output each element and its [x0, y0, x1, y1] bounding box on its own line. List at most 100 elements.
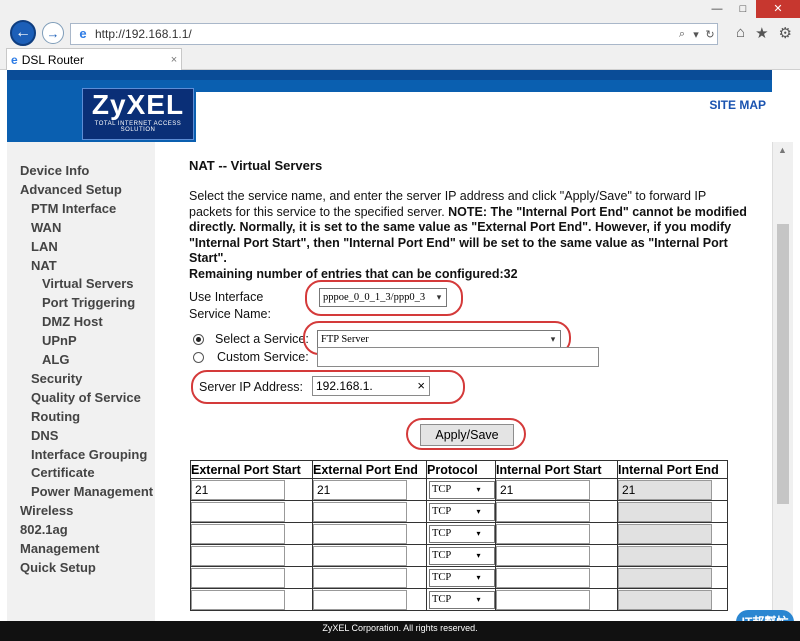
- maximize-button[interactable]: □: [730, 0, 756, 18]
- table-cell: [190, 544, 313, 567]
- logo-tagline: TOTAL INTERNET ACCESS SOLUTION: [94, 121, 182, 133]
- ext-start-input[interactable]: [191, 589, 285, 610]
- ext-end-input[interactable]: [313, 567, 407, 588]
- sidebar-item-power-management[interactable]: Power Management: [31, 484, 153, 499]
- int-start-input[interactable]: [496, 545, 590, 566]
- scroll-up-icon[interactable]: ▲: [778, 145, 787, 155]
- protocol-select[interactable]: TCP ▾: [429, 524, 495, 543]
- sidebar-item-certificate[interactable]: Certificate: [31, 465, 95, 480]
- protocol-value: TCP: [432, 572, 452, 583]
- table-row: TCP ▾: [190, 566, 728, 589]
- sidebar-item-wireless[interactable]: Wireless: [20, 503, 73, 518]
- highlight-server-ip: [191, 370, 465, 404]
- sidebar-item-security[interactable]: Security: [31, 371, 82, 386]
- int-start-input[interactable]: [496, 501, 590, 522]
- protocol-value: TCP: [432, 594, 452, 605]
- protocol-select[interactable]: TCP ▾: [429, 502, 495, 521]
- table-cell: TCP ▾: [426, 500, 496, 523]
- table-cell: [495, 522, 618, 545]
- ext-end-input[interactable]: 21: [313, 479, 407, 500]
- browser-toolbar: ⌂ ★ ⚙: [736, 24, 792, 42]
- ext-start-input[interactable]: [191, 567, 285, 588]
- tab-title: DSL Router: [21, 52, 84, 67]
- highlight-interface: [305, 280, 463, 316]
- url-text[interactable]: http://192.168.1.1/: [95, 27, 675, 41]
- tab-close-icon[interactable]: ×: [167, 54, 181, 66]
- select-service-radio[interactable]: [193, 334, 204, 345]
- int-start-input[interactable]: 21: [496, 479, 590, 500]
- table-cell: [190, 522, 313, 545]
- protocol-select[interactable]: TCP ▾: [429, 480, 495, 499]
- forward-arrow-icon: →: [46, 25, 60, 41]
- int-end-input: [618, 545, 712, 566]
- table-header-row: External Port Start External Port End Pr…: [190, 460, 728, 479]
- sidebar-item-dns[interactable]: DNS: [31, 428, 58, 443]
- browser-tab[interactable]: e DSL Router ×: [6, 48, 182, 70]
- custom-service-input[interactable]: [317, 347, 599, 367]
- table-cell: TCP ▾: [426, 478, 496, 501]
- ext-end-input[interactable]: [313, 545, 407, 566]
- ext-start-input[interactable]: [191, 501, 285, 522]
- favorites-star-icon[interactable]: ★: [755, 24, 768, 42]
- sidebar-item-device-info[interactable]: Device Info: [20, 163, 89, 178]
- gear-icon[interactable]: ⚙: [779, 24, 792, 42]
- home-icon[interactable]: ⌂: [736, 24, 745, 42]
- ext-end-input[interactable]: [313, 501, 407, 522]
- chevron-down-icon[interactable]: ▾: [689, 28, 703, 41]
- address-bar[interactable]: e http://192.168.1.1/ ⌕ ▾ ↻: [70, 23, 718, 45]
- ext-end-input[interactable]: [313, 589, 407, 610]
- sidebar-item-interface-grouping[interactable]: Interface Grouping: [31, 447, 147, 462]
- custom-service-label: Custom Service:: [217, 350, 309, 364]
- sidebar-item-port-triggering[interactable]: Port Triggering: [42, 295, 135, 310]
- sidebar-item-dmz-host[interactable]: DMZ Host: [42, 314, 103, 329]
- sidebar-item-quality-of-service[interactable]: Quality of Service: [31, 390, 141, 405]
- close-window-button[interactable]: ✕: [756, 0, 800, 18]
- sidebar-menu: Device Info Advanced Setup PTM Interface WA…: [7, 142, 155, 641]
- use-interface-label: Use Interface: [189, 290, 264, 304]
- sidebar-item-alg[interactable]: ALG: [42, 352, 69, 367]
- table-cell: [312, 588, 427, 611]
- ext-start-input[interactable]: 21: [191, 479, 285, 500]
- table-cell: [312, 500, 427, 523]
- int-start-input[interactable]: [496, 567, 590, 588]
- page-scrollbar[interactable]: ▲ ▼: [772, 142, 793, 641]
- sidebar-item-virtual-servers[interactable]: Virtual Servers: [42, 276, 134, 291]
- ext-end-input[interactable]: [313, 523, 407, 544]
- minimize-button[interactable]: —: [704, 0, 730, 18]
- sidebar-item-ptm-interface[interactable]: PTM Interface: [31, 201, 116, 216]
- sidebar-item-upnp[interactable]: UPnP: [42, 333, 77, 348]
- ext-start-input[interactable]: [191, 523, 285, 544]
- site-map-link[interactable]: SITE MAP: [709, 98, 766, 112]
- table-row: 21 21 TCP ▾ 21 21: [190, 478, 728, 501]
- highlight-apply: [406, 418, 526, 450]
- header-internal-port-start: Internal Port Start: [495, 460, 618, 479]
- int-end-input: [618, 523, 712, 544]
- sidebar-item-quick-setup[interactable]: Quick Setup: [20, 560, 96, 575]
- sidebar-item-wan[interactable]: WAN: [31, 220, 61, 235]
- service-name-label: Service Name:: [189, 307, 271, 321]
- table-row: TCP ▾: [190, 500, 728, 523]
- int-start-input[interactable]: [496, 589, 590, 610]
- search-icon[interactable]: ⌕: [675, 28, 689, 41]
- scroll-thumb[interactable]: [777, 224, 789, 504]
- int-start-input[interactable]: [496, 523, 590, 544]
- table-cell: TCP ▾: [426, 522, 496, 545]
- protocol-select[interactable]: TCP ▾: [429, 546, 495, 565]
- sidebar-item-management[interactable]: Management: [20, 541, 99, 556]
- zyxel-logo[interactable]: ZyXEL TOTAL INTERNET ACCESS SOLUTION: [82, 88, 194, 140]
- table-cell: [617, 566, 728, 589]
- protocol-select[interactable]: TCP ▾: [429, 590, 495, 609]
- forward-button[interactable]: →: [42, 22, 64, 44]
- custom-service-radio[interactable]: [193, 352, 204, 363]
- sidebar-item-802-1ag[interactable]: 802.1ag: [20, 522, 68, 537]
- ext-start-input[interactable]: [191, 545, 285, 566]
- refresh-icon[interactable]: ↻: [703, 28, 717, 41]
- table-cell: [495, 500, 618, 523]
- sidebar-item-routing[interactable]: Routing: [31, 409, 80, 424]
- sidebar-item-nat[interactable]: NAT: [31, 258, 57, 273]
- sidebar-item-advanced-setup[interactable]: Advanced Setup: [20, 182, 122, 197]
- sidebar-item-lan[interactable]: LAN: [31, 239, 58, 254]
- table-cell: [312, 522, 427, 545]
- protocol-select[interactable]: TCP ▾: [429, 568, 495, 587]
- back-button[interactable]: ←: [10, 20, 36, 46]
